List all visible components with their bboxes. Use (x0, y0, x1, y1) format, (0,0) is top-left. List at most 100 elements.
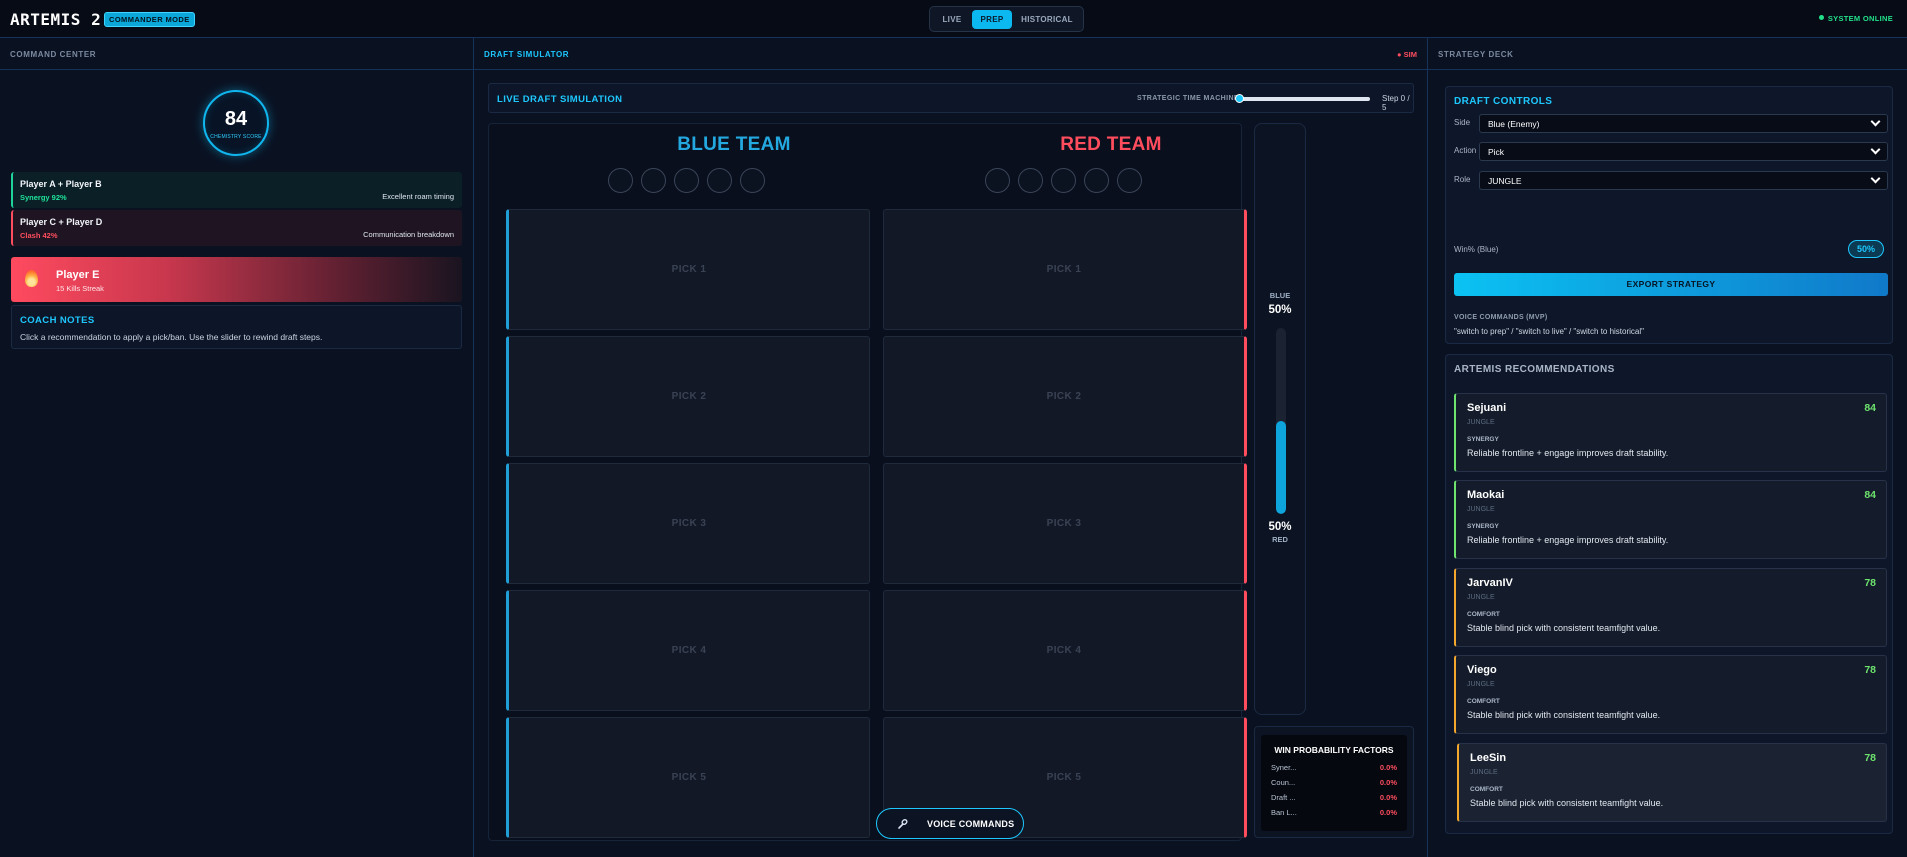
streak-player: Player E (56, 269, 100, 281)
draft-simulator-title: DRAFT SIMULATOR (484, 50, 570, 59)
recommendation-card[interactable]: Viego 78 JUNGLE COMFORT Stable blind pic… (1454, 655, 1887, 734)
chevron-down-icon (1870, 173, 1881, 184)
command-center-panel: COMMAND CENTER 84 CHEMISTRY SCORE Player… (0, 38, 474, 857)
microphone-icon (897, 818, 909, 830)
strategy-deck-header: STRATEGY DECK (1428, 38, 1907, 70)
time-machine-slider-track[interactable] (1237, 97, 1370, 101)
rec-reason: Reliable frontline + engage improves dra… (1467, 535, 1669, 545)
simulation-bar: LIVE DRAFT SIMULATION STRATEGIC TIME MAC… (488, 83, 1414, 113)
chemistry-score-value: 84 (224, 108, 248, 130)
draft-board: BLUE TEAM RED TEAM PICK 1 PICK 2 PICK 3 … (488, 123, 1247, 841)
win-bar-track (1276, 328, 1286, 514)
red-pick-slot[interactable]: PICK 4 (883, 590, 1247, 711)
red-pick-slot[interactable]: PICK 3 (883, 463, 1247, 584)
recommendation-card[interactable]: JarvanIV 78 JUNGLE COMFORT Stable blind … (1454, 568, 1887, 647)
blue-ban-slot[interactable] (707, 168, 732, 193)
rec-champion: Maokai (1467, 489, 1505, 501)
red-ban-slot[interactable] (1084, 168, 1109, 193)
time-machine-step: Step 0 / 5 (1382, 94, 1410, 112)
win-bar-blue-label: BLUE (1269, 291, 1291, 300)
pick-label: PICK 2 (671, 391, 707, 402)
pick-label: PICK 5 (671, 772, 707, 783)
factors-inner: WIN PROBABILITY FACTORS Syner... 0.0% Co… (1261, 735, 1407, 831)
voice-commands-label: VOICE COMMANDS (927, 819, 1015, 829)
red-ban-slot[interactable] (985, 168, 1010, 193)
recommendations-panel: ARTEMIS RECOMMENDATIONS Sejuani 84 JUNGL… (1445, 354, 1893, 834)
blue-team-title: BLUE TEAM (677, 134, 791, 155)
chevron-down-icon (1870, 144, 1881, 155)
coach-notes: COACH NOTES Click a recommendation to ap… (11, 305, 462, 349)
time-machine-label: STRATEGIC TIME MACHINE (1137, 95, 1240, 102)
pair-stat: Clash 42% (20, 231, 58, 240)
mode-switch: LIVE PREP HISTORICAL (929, 6, 1084, 32)
side-select[interactable]: Blue (Enemy) (1479, 114, 1888, 133)
rec-champion: Viego (1467, 664, 1497, 676)
rec-champion: JarvanIV (1467, 577, 1513, 589)
rec-score: 78 (1864, 664, 1876, 676)
rec-role: JUNGLE (1467, 419, 1495, 426)
rec-champion: LeeSin (1470, 752, 1507, 764)
pair-stat: Synergy 92% (20, 193, 67, 202)
recommendation-card[interactable]: LeeSin 78 JUNGLE COMFORT Stable blind pi… (1457, 743, 1887, 822)
time-machine-slider-thumb[interactable] (1235, 94, 1244, 103)
blue-ban-slot[interactable] (674, 168, 699, 193)
role-select[interactable]: JUNGLE (1479, 171, 1888, 190)
rec-tag: COMFORT (1467, 611, 1500, 618)
rec-score: 78 (1864, 577, 1876, 589)
rec-tag: SYNERGY (1467, 523, 1499, 530)
pick-label: PICK 1 (671, 264, 707, 275)
rec-score: 84 (1864, 402, 1876, 414)
pair-note: Excellent roam timing (382, 192, 454, 201)
red-pick-slot[interactable]: PICK 1 (883, 209, 1247, 330)
factor-row: Draft ... 0.0% (1271, 793, 1401, 805)
voice-commands-help-title: VOICE COMMANDS (MVP) (1454, 314, 1548, 321)
export-strategy-button[interactable]: EXPORT STRATEGY (1454, 273, 1888, 296)
recommendation-card[interactable]: Sejuani 84 JUNGLE SYNERGY Reliable front… (1454, 393, 1887, 472)
red-ban-slot[interactable] (1117, 168, 1142, 193)
rec-role: JUNGLE (1467, 681, 1495, 688)
red-pick-slot[interactable]: PICK 2 (883, 336, 1247, 457)
pick-label: PICK 1 (1046, 264, 1082, 275)
pair-note: Communication breakdown (363, 230, 454, 239)
factor-row: Coun... 0.0% (1271, 778, 1401, 790)
action-select-value: Pick (1488, 147, 1505, 157)
pair-players: Player C + Player D (20, 217, 103, 227)
blue-pick-slot[interactable]: PICK 1 (506, 209, 870, 330)
pick-label: PICK 3 (1046, 518, 1082, 529)
rec-tag: SYNERGY (1467, 436, 1499, 443)
blue-ban-slot[interactable] (740, 168, 765, 193)
red-ban-slot[interactable] (1051, 168, 1076, 193)
tab-live[interactable]: LIVE (936, 10, 968, 29)
flame-icon (25, 270, 38, 287)
blue-ban-slot[interactable] (608, 168, 633, 193)
rec-champion: Sejuani (1467, 402, 1507, 414)
blue-pick-slot[interactable]: PICK 5 (506, 717, 870, 838)
commander-mode-badge: COMMANDER MODE (104, 12, 195, 27)
chemistry-score-ring: 84 CHEMISTRY SCORE (203, 90, 269, 156)
win-bar-red-value: 50% (1268, 521, 1292, 533)
factor-value: 0.0% (1379, 763, 1397, 772)
tab-historical[interactable]: HISTORICAL (1016, 10, 1078, 29)
synergy-pair-card: Player A + Player B Synergy 92% Excellen… (11, 172, 462, 208)
blue-ban-slot[interactable] (641, 168, 666, 193)
command-center-title: COMMAND CENTER (10, 50, 97, 59)
live-draft-simulation-title: LIVE DRAFT SIMULATION (497, 94, 623, 105)
blue-pick-slot[interactable]: PICK 3 (506, 463, 870, 584)
role-select-value: JUNGLE (1488, 176, 1522, 186)
red-ban-slot[interactable] (1018, 168, 1043, 193)
status-dot-icon (1818, 15, 1824, 20)
win-bar-blue-value: 50% (1268, 304, 1292, 316)
tab-prep[interactable]: PREP (972, 10, 1012, 29)
action-select[interactable]: Pick (1479, 142, 1888, 161)
voice-commands-button[interactable]: VOICE COMMANDS (876, 808, 1024, 839)
strategy-deck-title: STRATEGY DECK (1438, 50, 1514, 59)
winpct-label: Win% (Blue) (1454, 245, 1499, 254)
blue-pick-slot[interactable]: PICK 4 (506, 590, 870, 711)
blue-pick-slot[interactable]: PICK 2 (506, 336, 870, 457)
rec-role: JUNGLE (1467, 506, 1495, 513)
factor-row: Ban L... 0.0% (1271, 808, 1401, 820)
streak-detail: 15 Kills Streak (56, 284, 104, 293)
winpct-badge: 50% (1848, 240, 1884, 258)
role-label: Role (1454, 175, 1471, 184)
recommendation-card[interactable]: Maokai 84 JUNGLE SYNERGY Reliable frontl… (1454, 480, 1887, 559)
